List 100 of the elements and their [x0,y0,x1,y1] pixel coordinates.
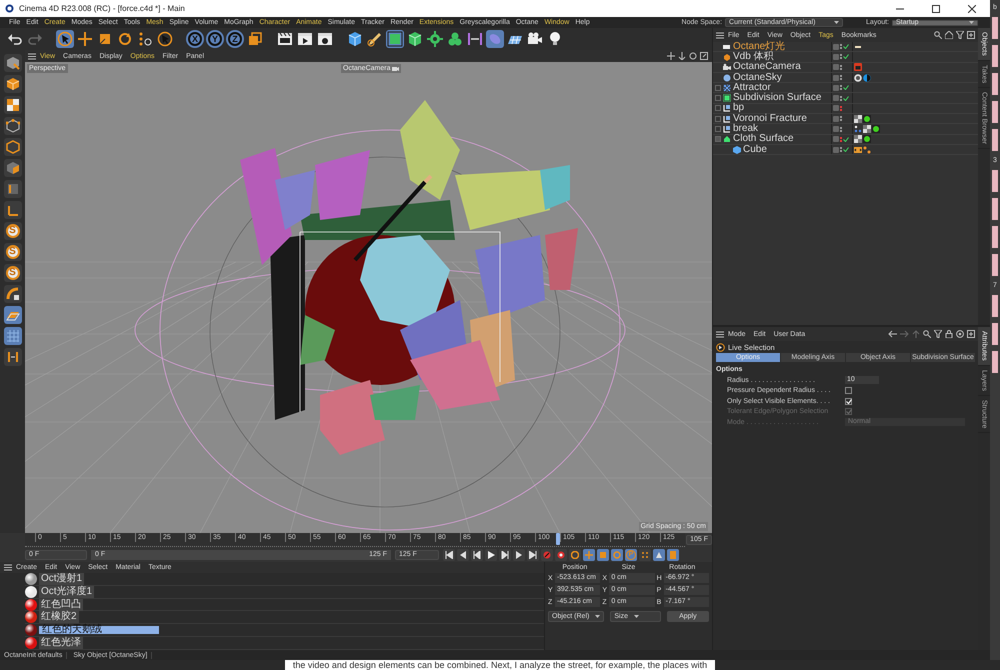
expand-toggle[interactable] [715,126,721,132]
menu-icon[interactable] [716,330,724,338]
select-icon[interactable] [57,31,73,47]
home-icon[interactable] [945,31,953,39]
dots-tag-icon[interactable] [863,146,871,154]
new-panel-icon[interactable] [967,330,975,338]
enabled-check-icon[interactable] [843,147,849,152]
environment-tag-icon[interactable] [863,74,871,82]
go-to-start-icon[interactable] [445,550,453,558]
material-name[interactable]: 红色的天鹅绒 [39,626,159,634]
move-view-icon[interactable] [667,52,675,60]
material-tag-icon[interactable] [863,125,871,134]
menu-icon[interactable] [716,32,724,38]
code-tag-icon[interactable] [854,146,862,154]
expand-toggle[interactable] [715,116,721,122]
menu-icon[interactable] [28,52,36,60]
enabled-check-icon[interactable] [843,136,849,142]
filter-icon[interactable] [956,31,964,39]
checkbox[interactable] [845,398,852,405]
previous-frame-icon[interactable] [473,550,481,558]
live-selection-icon[interactable] [157,31,173,47]
point-level-icon[interactable] [641,550,649,558]
record-icon[interactable] [543,550,551,558]
coordinate-system-icon[interactable] [247,31,263,47]
menu-icon[interactable] [4,564,12,571]
points-tag-icon[interactable] [854,125,862,134]
scale-icon[interactable] [97,31,113,47]
enabled-check-icon[interactable] [843,44,849,50]
material-ball[interactable] [25,573,37,585]
ball-tag-icon[interactable] [863,135,871,144]
clapperboard-icon[interactable] [277,31,293,47]
render-view-icon[interactable] [297,31,313,47]
light-bulb-icon[interactable] [547,31,563,47]
sphere-tag-icon[interactable] [854,74,862,82]
keyframe-selection-icon[interactable] [571,550,579,558]
symmetry-icon[interactable] [467,31,483,47]
ball-tag-icon[interactable] [863,114,871,123]
checker-icon[interactable] [6,98,20,112]
material-name[interactable]: Oct光泽度1 [39,586,94,598]
material-tag-icon[interactable] [854,114,862,123]
scheme-icon[interactable] [655,550,663,558]
material-ball[interactable] [25,624,37,636]
material-tag-icon[interactable] [854,135,862,144]
axis-button[interactable]: Y [206,30,224,48]
previous-key-icon[interactable] [459,550,467,558]
play-icon[interactable] [487,550,495,558]
maximize-view-icon[interactable] [700,52,708,60]
cloner-icon[interactable] [447,31,463,47]
gear-icon[interactable] [427,31,443,47]
polygons-mode-icon[interactable] [6,161,20,175]
filter-icon[interactable] [934,330,942,338]
auto-key-icon[interactable] [557,550,565,558]
lock-icon[interactable] [945,330,953,338]
back-arrow-icon[interactable] [888,330,897,338]
render-settings-icon[interactable] [317,31,333,47]
material-ball[interactable] [25,636,37,649]
axis-button[interactable]: X [186,30,204,48]
material-ball[interactable] [25,611,37,624]
expand-toggle[interactable] [715,105,721,112]
material-name[interactable]: Oct漫射1 [39,573,84,585]
transform-tool-icon[interactable] [137,31,153,47]
lock-axis-icon[interactable] [6,350,20,364]
material-name[interactable]: 红色凹凸 [39,598,83,610]
object-name[interactable]: break [733,124,758,134]
subdivision-icon[interactable] [387,31,403,47]
object-name[interactable]: OctaneCamera [733,62,801,72]
object-name[interactable]: Vdb 体积 [733,52,774,62]
search-icon[interactable] [923,330,931,338]
object-name[interactable]: Octane灯光 [733,42,786,52]
edges-mode-icon[interactable] [6,140,20,154]
camera-tag-icon[interactable] [854,63,862,72]
uv-mode-icon[interactable] [6,182,20,196]
expand-toggle[interactable] [715,84,721,91]
object-name[interactable]: OctaneSky [733,72,782,83]
object-name[interactable]: Subdivision Surface [733,93,822,104]
ball-tag-icon[interactable] [872,125,880,134]
solid-cube-icon[interactable] [407,31,423,47]
close-icon[interactable] [968,4,976,12]
target-icon[interactable] [956,330,964,338]
next-key-icon[interactable] [515,550,523,558]
expand-toggle[interactable] [715,136,721,142]
cube-icon[interactable] [347,31,363,47]
object-name[interactable]: bp [733,103,744,114]
make-editable-icon[interactable] [6,56,20,70]
enabled-check-icon[interactable] [843,96,849,101]
enabled-check-icon[interactable] [843,85,849,90]
camera-icon[interactable] [527,31,543,47]
material-ball[interactable] [25,586,37,598]
object-name[interactable]: Voronoi Fracture [733,114,807,124]
enabled-check-icon[interactable] [843,54,849,60]
pen-icon[interactable] [367,31,383,47]
snap-icon[interactable] [6,287,20,301]
material-ball[interactable] [25,598,37,610]
dolly-icon[interactable] [678,52,686,60]
go-to-end-icon[interactable] [529,550,537,558]
expand-toggle[interactable] [715,95,721,102]
axis-button[interactable]: Z [226,30,244,48]
model-mode-icon[interactable] [6,77,20,91]
new-panel-icon[interactable] [967,31,975,39]
maximize-icon[interactable] [932,4,940,12]
